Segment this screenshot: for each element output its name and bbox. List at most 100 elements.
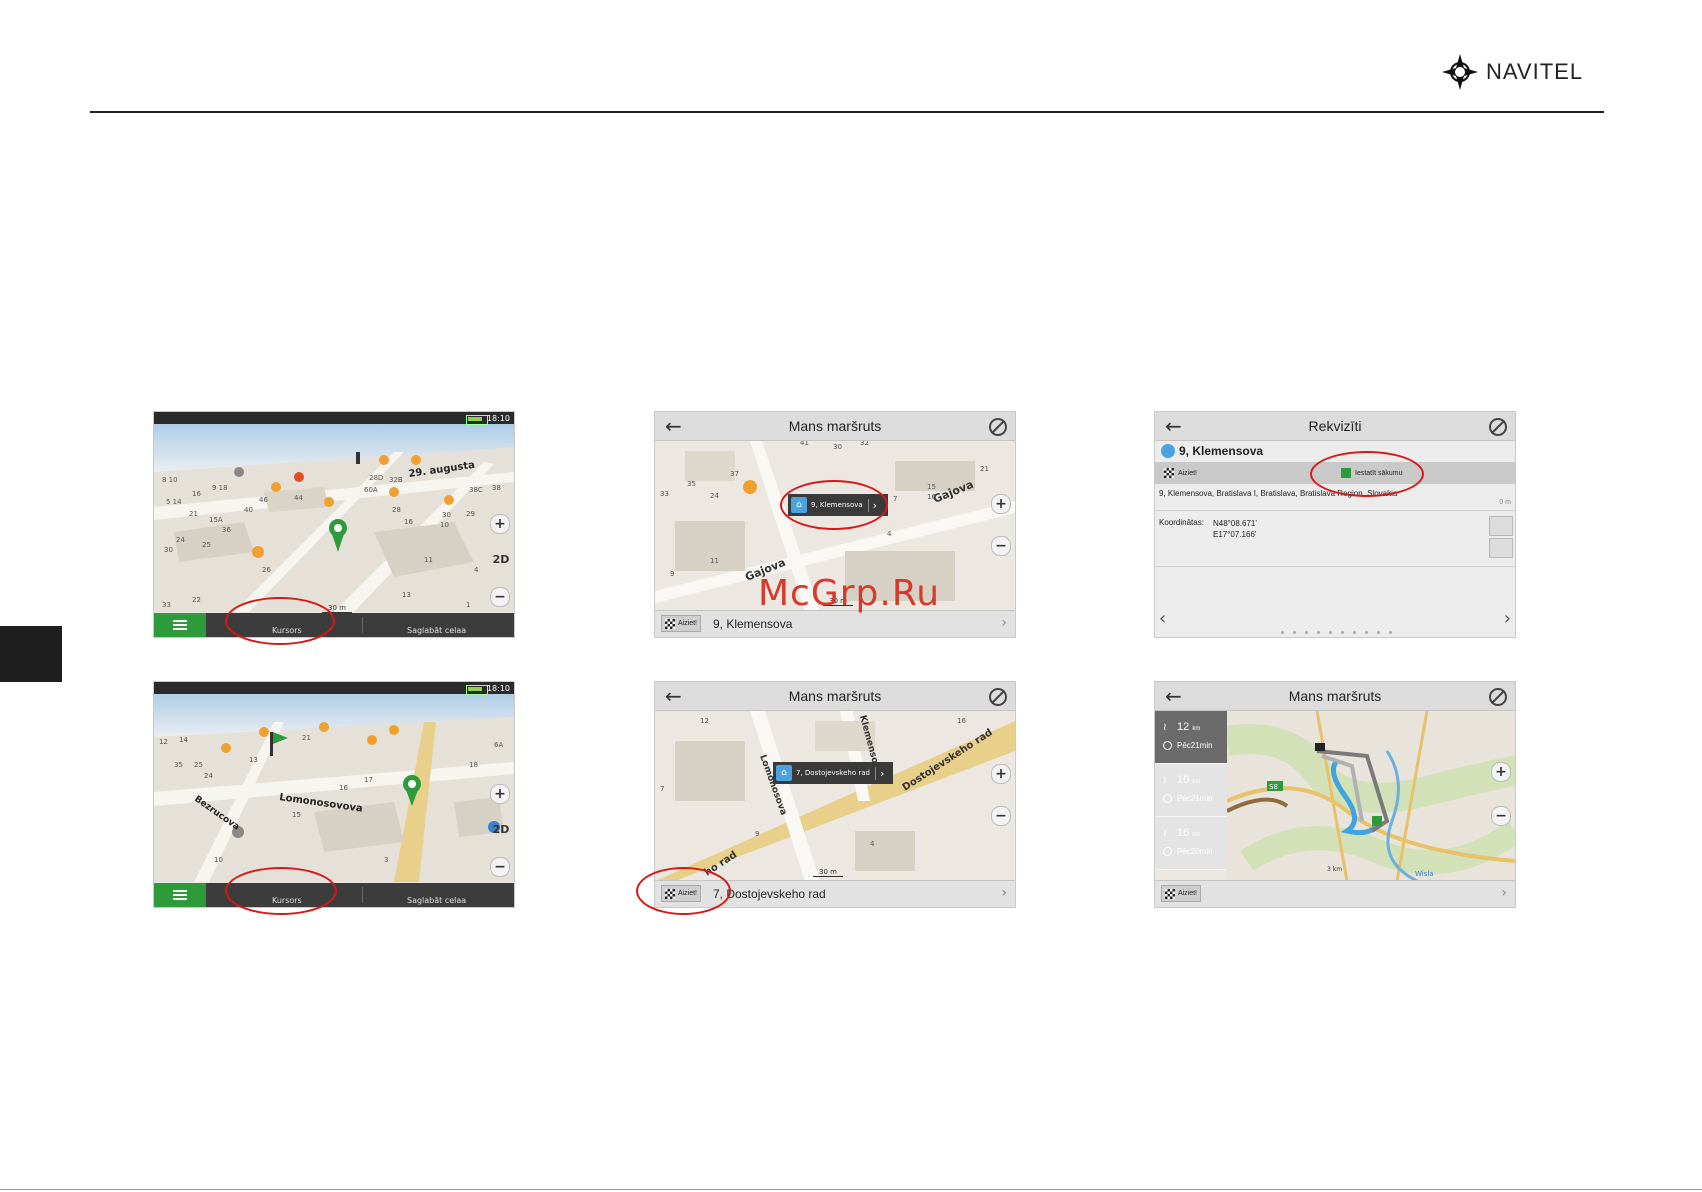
go-button[interactable]: Aiziet!: [1161, 885, 1201, 902]
screen-title: Rekvizīti: [1308, 418, 1362, 434]
svg-text:13: 13: [249, 756, 258, 764]
navitel-star-icon: [1442, 54, 1478, 90]
house-icon: ⌂: [776, 765, 792, 781]
zoom-out-button[interactable]: −: [991, 806, 1011, 826]
svg-text:25: 25: [194, 761, 203, 769]
svg-text:13: 13: [402, 591, 411, 599]
point-callout[interactable]: ⌂ 7, Dostojevskeho rad ›: [773, 762, 893, 784]
no-gps-icon: [989, 418, 1007, 436]
clock-icon: [1163, 741, 1172, 750]
map-3d-view: Lomonosovova Bezrucova 12 1425 352413 216…: [154, 682, 514, 882]
svg-text:37: 37: [730, 470, 739, 478]
highlight-go-button: [636, 867, 731, 915]
route-overview-map: S8 Wisla 3 km: [1227, 711, 1515, 881]
svg-text:33: 33: [660, 490, 669, 498]
svg-text:11: 11: [710, 557, 719, 565]
route-option[interactable]: ≀ 16 km Pēc20min: [1155, 817, 1227, 870]
svg-text:21: 21: [980, 465, 989, 473]
battery-icon: [466, 415, 488, 425]
go-button[interactable]: Aiziet!: [661, 615, 701, 632]
route-option[interactable]: ≀ 10 km Pēc21min: [1155, 764, 1227, 817]
svg-text:1: 1: [466, 601, 470, 609]
zoom-in-button[interactable]: +: [1491, 762, 1511, 782]
footer-divider: [0, 1189, 1702, 1190]
view-mode-button[interactable]: 2D: [490, 550, 512, 568]
view-mode-button[interactable]: 2D: [490, 820, 512, 838]
zoom-in-button[interactable]: +: [490, 514, 510, 534]
svg-text:4: 4: [887, 530, 892, 538]
download-button[interactable]: [1489, 516, 1513, 536]
zoom-out-button[interactable]: −: [991, 536, 1011, 556]
svg-text:16: 16: [339, 784, 348, 792]
svg-text:32B: 32B: [389, 476, 403, 484]
chevron-right-icon[interactable]: ›: [1504, 608, 1511, 629]
svg-text:9: 9: [755, 830, 759, 838]
title-bar: ← Mans maršruts: [655, 412, 1015, 441]
save-track-button[interactable]: Saglabāt celaa: [407, 896, 466, 905]
chevron-right-icon[interactable]: ›: [1501, 885, 1507, 901]
svg-text:60A: 60A: [364, 486, 378, 494]
header-divider: [90, 111, 1604, 113]
menu-button[interactable]: [154, 613, 206, 637]
svg-text:38: 38: [492, 484, 501, 492]
route-options-list: ≀ 12 km Pēc21min ≀ 10 km Pēc21min ≀ 16 k…: [1155, 711, 1227, 881]
go-button[interactable]: Aiziet!: [1161, 465, 1201, 481]
callout-label: 7, Dostojevskeho rad: [796, 769, 870, 777]
zoom-out-button[interactable]: −: [490, 857, 510, 877]
svg-text:10: 10: [440, 521, 449, 529]
route-icon: ≀: [1163, 775, 1167, 786]
clock-icon: [1163, 794, 1172, 803]
toolbar-separator: [362, 887, 363, 903]
svg-text:3: 3: [384, 856, 388, 864]
svg-text:24: 24: [710, 492, 719, 500]
svg-text:15A: 15A: [209, 516, 223, 524]
svg-text:28: 28: [392, 506, 401, 514]
screenshot-route-overview: ← Mans maršruts S8 Wisla 3 km + − ≀ 12 k…: [1154, 681, 1516, 908]
share-button[interactable]: [1489, 538, 1513, 558]
route-address: 9, Klemensova: [713, 617, 793, 631]
svg-text:22: 22: [192, 596, 201, 604]
map-scale: 3 km: [1327, 866, 1342, 873]
svg-text:15: 15: [927, 483, 936, 491]
svg-text:11: 11: [424, 556, 433, 564]
svg-text:17: 17: [364, 776, 373, 784]
screen-title: Mans maršruts: [788, 418, 882, 434]
status-time: 18:10: [486, 684, 510, 693]
map-scale: 30 m: [813, 868, 843, 877]
screenshot-map-cursor-1: 29. augusta 8 10 16 9 18 5 14 21 15A 36 30 25 …: [153, 411, 515, 638]
svg-text:38C: 38C: [469, 486, 483, 494]
screenshot-map-cursor-2: Lomonosovova Bezrucova 12 14 25 35 24 13 21 6…: [153, 681, 515, 908]
route-icon: ≀: [1163, 722, 1167, 733]
svg-text:16: 16: [404, 518, 413, 526]
page-indicator: [1281, 631, 1392, 634]
highlight-callout-1: [780, 480, 888, 530]
zoom-in-button[interactable]: +: [991, 764, 1011, 784]
zoom-out-button[interactable]: −: [490, 587, 510, 607]
svg-text:33: 33: [162, 601, 171, 609]
river-label: Wisla: [1415, 870, 1434, 878]
route-bottom-bar: Aiziet! ›: [1155, 880, 1515, 907]
svg-text:7: 7: [893, 495, 897, 503]
zoom-in-button[interactable]: +: [991, 494, 1011, 514]
divider: [1155, 510, 1515, 511]
route-option[interactable]: ≀ 12 km Pēc21min: [1155, 711, 1227, 764]
place-name: 9, Klemensova: [1161, 444, 1263, 458]
checkered-flag-icon: [665, 619, 675, 629]
svg-text:30: 30: [164, 546, 173, 554]
highlight-cursor-1: [225, 597, 335, 645]
chevron-left-icon[interactable]: ‹: [1159, 608, 1166, 629]
svg-text:41: 41: [800, 441, 809, 447]
zoom-out-button[interactable]: −: [1491, 806, 1511, 826]
svg-text:4: 4: [870, 840, 875, 848]
checkered-flag-icon: [1165, 889, 1175, 899]
menu-button[interactable]: [154, 883, 206, 907]
save-track-button[interactable]: Saglabāt celaa: [407, 626, 466, 635]
svg-text:35: 35: [687, 480, 696, 488]
title-bar: ← Mans maršruts: [655, 682, 1015, 711]
menu-icon: [173, 624, 187, 626]
status-time: 18:10: [486, 414, 510, 423]
route-icon: ≀: [1163, 828, 1167, 839]
chevron-right-icon[interactable]: ›: [1001, 885, 1007, 901]
chevron-right-icon[interactable]: ›: [1001, 615, 1007, 631]
zoom-in-button[interactable]: +: [490, 784, 510, 804]
